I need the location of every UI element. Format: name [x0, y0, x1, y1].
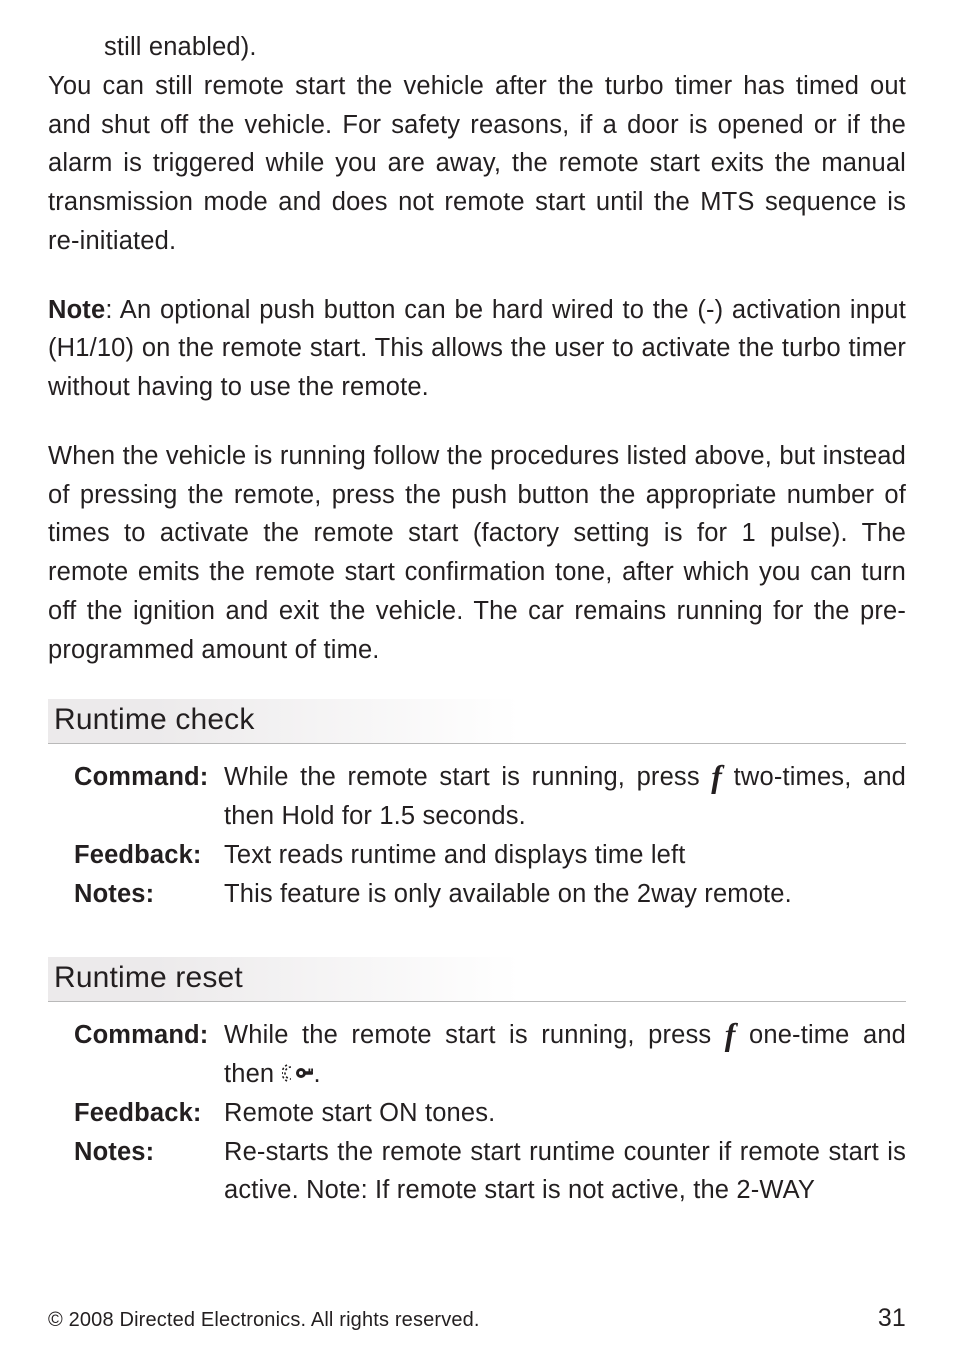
page-number: 31 [878, 1304, 906, 1333]
aux-icon: f [725, 1018, 736, 1050]
label-feedback: Feedback: [74, 836, 224, 875]
remote-start-icon [282, 1061, 314, 1091]
body-notes: Re-starts the remote start runtime count… [224, 1133, 906, 1211]
page-footer: © 2008 Directed Electronics. All rights … [48, 1304, 906, 1333]
row-notes: Notes: This feature is only available on… [74, 875, 906, 914]
note-paragraph: Note: An optional push button can be har… [48, 291, 906, 407]
row-feedback: Feedback: Remote start ON tones. [74, 1094, 906, 1133]
note-label: Note [48, 296, 105, 324]
label-command: Command: [74, 758, 224, 836]
label-notes: Notes: [74, 1133, 224, 1211]
row-command: Command: While the remote start is runni… [74, 758, 906, 836]
body-notes: This feature is only available on the 2w… [224, 875, 906, 914]
continuation-line: still enabled). [48, 28, 906, 67]
body-feedback: Remote start ON tones. [224, 1094, 906, 1133]
paragraph-3: When the vehicle is running follow the p… [48, 437, 906, 670]
row-command: Command: While the remote start is runni… [74, 1016, 906, 1094]
body-command: While the remote start is running, press… [224, 758, 906, 836]
heading-runtime-check: Runtime check [48, 699, 906, 744]
definition-block-check: Command: While the remote start is runni… [48, 758, 906, 913]
body-command: While the remote start is running, press… [224, 1016, 906, 1094]
note-body: : An optional push button can be hard wi… [48, 296, 906, 402]
paragraph-1: You can still remote start the vehicle a… [48, 67, 906, 261]
copyright-text: © 2008 Directed Electronics. All rights … [48, 1309, 480, 1332]
label-command: Command: [74, 1016, 224, 1094]
row-notes: Notes: Re-starts the remote start runtim… [74, 1133, 906, 1211]
definition-block-reset: Command: While the remote start is runni… [48, 1016, 906, 1210]
heading-runtime-reset: Runtime reset [48, 957, 906, 1002]
label-notes: Notes: [74, 875, 224, 914]
body-feedback: Text reads runtime and displays time lef… [224, 836, 906, 875]
aux-icon: f [711, 760, 722, 792]
label-feedback: Feedback: [74, 1094, 224, 1133]
row-feedback: Feedback: Text reads runtime and display… [74, 836, 906, 875]
